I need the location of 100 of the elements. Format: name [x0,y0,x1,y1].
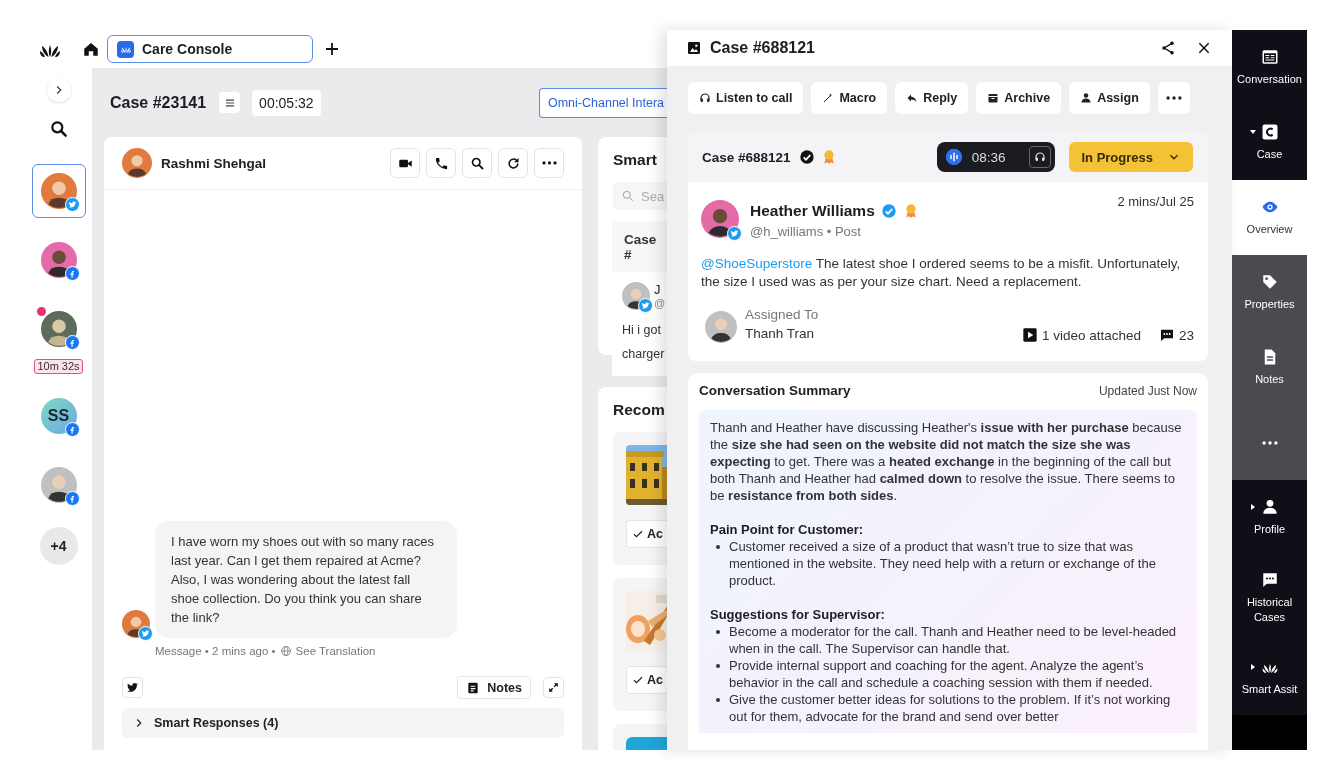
rail-item[interactable]: Conversation [1232,30,1307,105]
phone-icon [433,155,449,171]
rail-item[interactable]: Notes [1232,330,1307,405]
assigned-label: Assigned To [745,306,819,324]
bullet-text: Customer received a size of a product that wasn’t true to size that was mentioned in the website. They need help with a return or exchange of the product. [729,538,1157,589]
expand-button[interactable] [543,677,564,698]
avatar [40,242,77,278]
status-dropdown[interactable]: In Progress [1069,142,1193,172]
home-button[interactable] [82,40,100,58]
headset-icon [699,92,711,104]
image-icon [686,40,702,56]
refresh-button[interactable] [498,148,528,178]
summary-title: Conversation Summary [699,383,851,398]
author-handle: @h_williams • Post [750,224,862,239]
more-button[interactable] [1157,82,1190,114]
expand-icon [547,681,560,694]
smart-responses-toggle[interactable]: Smart Responses (4) [122,708,564,738]
panel-title: Smart [613,151,658,169]
notes-button[interactable]: Notes [457,676,531,699]
avatar [122,148,152,178]
bullet-icon [716,630,720,634]
channel-button[interactable] [122,677,143,698]
console-tab[interactable]: Care Console [107,35,313,63]
bullet-icon [716,545,720,549]
more-button[interactable] [534,148,564,178]
add-tab-button[interactable] [323,40,341,58]
share-button[interactable] [1160,40,1176,56]
close-icon [1196,40,1212,56]
bullet-text: Become a moderator for the call. Thanh and Heather need to be level-headed when in the call. The Supervisor can handle that. [729,623,1178,657]
avatar [40,173,77,209]
rail-item[interactable]: Overview [1232,180,1307,255]
search-icon [621,189,635,203]
summary-paragraph: Thanh and Heather have discussing Heather's issue with her purchase because the size she had seen on the website did not match the size she was expecting to get. There was a heated exchange in the beginning of the call but both Thanh and Heather had calmed down to resolve the issue. There seems to be resistance from both sides. [710,419,1183,504]
channel-button[interactable]: Omni-Channel Intera [538,87,667,118]
person-icon [1260,498,1279,516]
bullet-icon [716,664,720,668]
message-bubble: I have worn my shoes out with so many races last year. Can I get them repaired at Acme? Also, I was wondering about the latest fall shoe collection. Do you think you can share the link? [155,521,457,638]
search-button[interactable] [48,119,69,139]
rail-item[interactable]: Profile [1232,480,1307,555]
rail-item[interactable]: Historical Cases [1232,555,1307,640]
case-timer: 00:05:32 [252,89,321,116]
panel-title: Recom [613,401,666,419]
comment-count: 23 [1178,327,1194,343]
video-icon [1021,327,1038,343]
menu-button[interactable] [219,92,241,113]
home-icon [82,40,100,58]
case-icon [1260,123,1279,141]
chat-icon [1260,570,1279,589]
attachment-count: 1 video attached [1041,327,1141,343]
search-button[interactable] [462,148,492,178]
avatar [40,467,77,503]
bullet-text: Give the customer better ideas for solutions to the problem. If it’s not working out for them, advocate for the brand and send over better [729,691,1172,725]
action-button[interactable]: Archive [976,82,1062,114]
share-icon [1160,40,1176,56]
bullet-icon [716,698,720,702]
updated-label: Updated Just Now [1098,383,1197,398]
contact-name: J [654,282,662,297]
call-button[interactable] [426,148,456,178]
rail-item[interactable]: Smart Assit [1232,640,1307,715]
more-icon [1165,96,1182,100]
notes-icon [466,680,481,695]
search-field[interactable]: Sea [613,182,667,210]
headset-button[interactable] [1029,146,1052,168]
avatar [701,200,739,238]
verified-icon [798,149,815,165]
post-time: 2 mins/Jul 25 [1117,194,1194,209]
conversation-icon [1260,48,1279,66]
translation-link[interactable]: See Translation [279,645,376,657]
contact-button[interactable] [31,164,86,218]
case-title: Case #23141 [110,93,207,112]
action-button[interactable]: Listen to call [688,82,804,114]
video-call-button[interactable] [390,148,420,178]
accept-button[interactable]: Ac [626,666,667,694]
drawer-title: Case #688121 [710,39,815,57]
rail-item[interactable]: Case [1232,105,1307,180]
bullet-text: Provide internal support and coaching for the agent. Analyze the agent’s behavior in the call and schedule a coaching session with them if needed. [729,657,1154,691]
assignee-name: Thanh Tran [745,325,816,343]
author-name: Heather Williams [750,202,875,220]
voice-icon [944,148,963,166]
refresh-icon [505,155,521,171]
verified-icon [880,203,897,219]
search-icon [48,119,69,139]
action-button[interactable]: Reply [895,82,969,114]
contact-button[interactable]: SS [31,389,86,443]
comment-icon [1158,327,1175,343]
search-icon [469,155,485,171]
reply-icon [906,92,919,104]
action-button[interactable]: Macro [811,82,888,114]
close-button[interactable] [1196,40,1212,56]
contact-handle: @ [654,297,666,309]
message-snippet: Hi i got charger [622,322,666,363]
headset-icon [1034,151,1047,163]
accept-button[interactable]: Ac [626,520,667,548]
action-button[interactable]: Assign [1069,82,1150,114]
call-time: 08:36 [971,149,1006,165]
more-contacts-button[interactable]: +4 [39,527,78,565]
wait-timer: 10m 32s [34,359,83,374]
check-icon [632,528,644,540]
avatar [705,311,737,343]
rail-item[interactable]: Properties [1232,255,1307,330]
